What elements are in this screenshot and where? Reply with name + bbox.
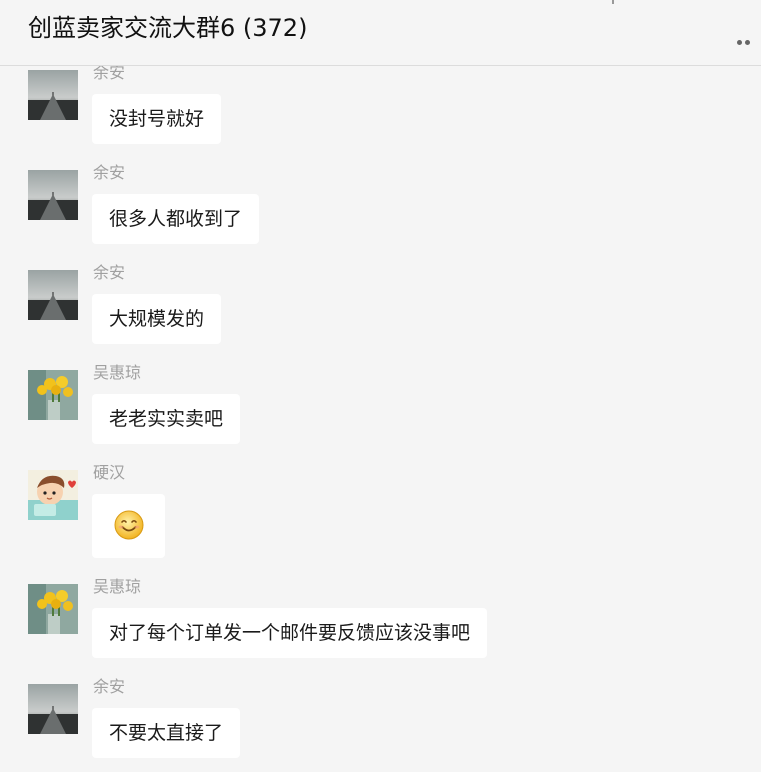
sender-name: 硬汉 — [93, 463, 126, 482]
message-bubble[interactable]: 大规模发的 — [92, 294, 222, 344]
road-landscape-avatar[interactable] — [28, 270, 78, 320]
sender-name: 余安 — [93, 677, 126, 696]
message-bubble[interactable]: 没封号就好 — [92, 94, 222, 144]
chat-header: 创蓝卖家交流大群6 (372) — [0, 0, 761, 66]
sender-name: 吴惠琼 — [93, 363, 142, 382]
sender-name: 吴惠琼 — [93, 577, 142, 596]
sender-name: 余安 — [93, 66, 126, 82]
yellow-flowers-avatar[interactable] — [28, 584, 78, 634]
message-list[interactable]: 余安 没封号就好 余安 很多人都收到了 余安 大规模发的 吴惠琼 老老实实卖吧 … — [0, 66, 761, 772]
sender-name: 余安 — [93, 263, 126, 282]
more-dots-icon[interactable] — [737, 30, 757, 45]
scroll-mark — [612, 0, 614, 4]
message-bubble[interactable] — [92, 494, 165, 558]
message-bubble[interactable]: 老老实实卖吧 — [92, 394, 241, 444]
yellow-flowers-avatar[interactable] — [28, 370, 78, 420]
road-landscape-avatar[interactable] — [28, 170, 78, 220]
smiley-emoji-icon — [114, 510, 144, 540]
message-bubble[interactable]: 不要太直接了 — [92, 708, 241, 758]
sender-name: 余安 — [93, 163, 126, 182]
message-bubble[interactable]: 对了每个订单发一个邮件要反馈应该没事吧 — [92, 608, 488, 658]
road-landscape-avatar[interactable] — [28, 684, 78, 734]
cartoon-boy-avatar[interactable] — [28, 470, 78, 520]
road-landscape-avatar[interactable] — [28, 70, 78, 120]
message-bubble[interactable]: 很多人都收到了 — [92, 194, 260, 244]
chat-title: 创蓝卖家交流大群6 (372) — [28, 14, 308, 42]
